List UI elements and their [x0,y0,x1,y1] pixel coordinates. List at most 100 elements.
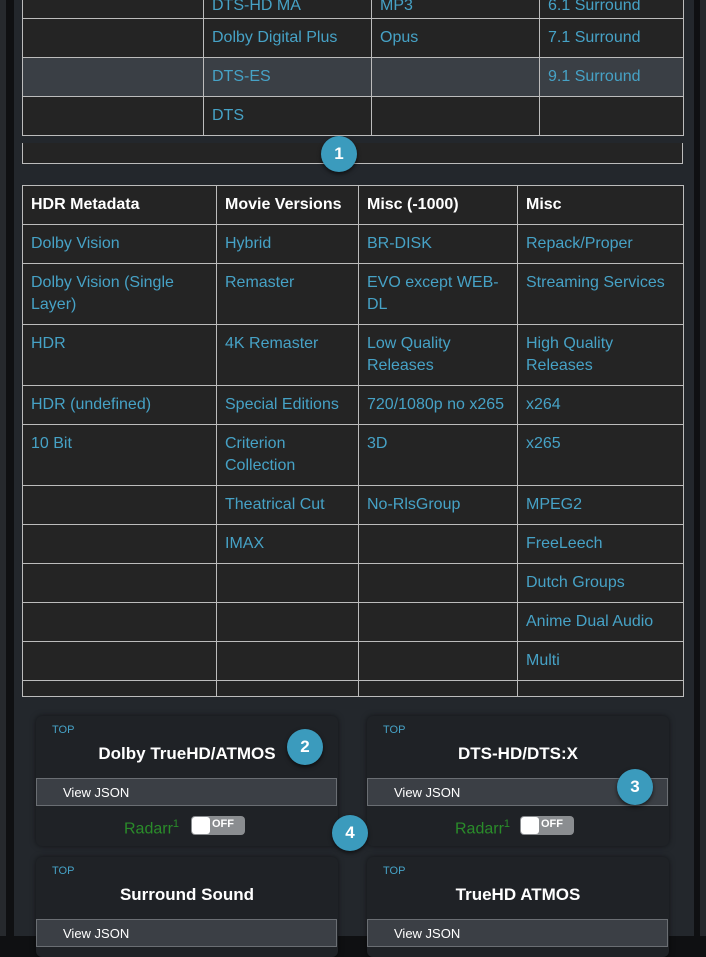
table-row: 10 Bit Criterion Collection 3D x265 [22,424,684,486]
table-cell [358,641,518,681]
table-cell-link[interactable]: DTS [203,96,372,136]
table-cell-link[interactable]: HDR (undefined) [22,385,217,425]
view-json-button[interactable]: View JSON [36,919,337,947]
table-cell-link[interactable]: DTS-ES [203,57,372,97]
top-link[interactable]: TOP [52,865,74,877]
table-cell-link[interactable]: MP3 [371,0,540,19]
table-cell-link[interactable]: Criterion Collection [216,424,359,486]
radarr-footnote: 1 [503,818,511,830]
table-row: HDR 4K Remaster Low Quality Releases Hig… [22,324,684,386]
right-page-strip [700,0,706,936]
table-cell-link[interactable]: 3D [358,424,518,486]
table-cell [22,18,204,58]
table-row [22,680,684,697]
table-cell-link[interactable]: EVO except WEB-DL [358,263,518,325]
table-cell-link[interactable]: Streaming Services [517,263,684,325]
table-cell [22,57,204,97]
radarr-toggle[interactable]: OFF [191,816,245,835]
radarr-footnote: 1 [172,818,180,830]
table-cell-link[interactable]: Special Editions [216,385,359,425]
table-cell-link[interactable]: 6.1 Surround [539,0,684,19]
table-cell [216,680,359,697]
radarr-toggle[interactable]: OFF [520,816,574,835]
table-cell-link[interactable]: 7.1 Surround [539,18,684,58]
table-row: HDR (undefined) Special Editions 720/108… [22,385,684,425]
table-cell-link[interactable]: Remaster [216,263,359,325]
custom-formats-table: HDR Metadata Movie Versions Misc (-1000)… [22,185,684,697]
table-cell-link[interactable]: BR-DISK [358,224,518,264]
toggle-state-label: OFF [541,818,563,830]
table-row: DTS [22,96,684,136]
table-row: Anime Dual Audio [22,602,684,642]
toggle-state-label: OFF [212,818,234,830]
table-cell-link[interactable]: High Quality Releases [517,324,684,386]
column-header-misc: Misc [517,185,684,225]
table-cell [22,641,217,681]
table-cell-link[interactable]: Dutch Groups [517,563,684,603]
radarr-text: Radarr [124,820,173,838]
table-row-hover: DTS-ES 9.1 Surround [22,57,684,97]
table-cell-link[interactable]: Hybrid [216,224,359,264]
table-cell [358,563,518,603]
table-row: DTS-HD MA MP3 6.1 Surround [22,0,684,19]
table-cell [216,641,359,681]
table-cell-link[interactable]: Low Quality Releases [358,324,518,386]
table-cell [22,563,217,603]
table-cell-link[interactable]: Dolby Vision (Single Layer) [22,263,217,325]
table-cell-link[interactable]: Theatrical Cut [216,485,359,525]
table-cell-link[interactable]: Multi [517,641,684,681]
table-row: Dolby Digital Plus Opus 7.1 Surround [22,18,684,58]
table-cell [358,524,518,564]
table-cell-link[interactable]: No-RlsGroup [358,485,518,525]
annotation-badge-2: 2 [287,729,323,765]
table-cell [358,680,518,697]
table-cell [371,57,540,97]
view-json-button[interactable]: View JSON [36,778,337,806]
table-cell-link[interactable]: 9.1 Surround [539,57,684,97]
table-cell-link[interactable]: IMAX [216,524,359,564]
left-page-strip [0,0,6,936]
column-header-misc-negative: Misc (-1000) [358,185,518,225]
radarr-label: Radarr1 [124,818,179,838]
top-link[interactable]: TOP [52,724,74,736]
toggle-knob [192,817,210,834]
table-cell-link[interactable]: FreeLeech [517,524,684,564]
top-link[interactable]: TOP [383,724,405,736]
table-cell-link[interactable]: x264 [517,385,684,425]
table-cell [22,0,204,19]
table-cell [216,602,359,642]
table-cell [22,96,204,136]
table-cell-link[interactable]: 10 Bit [22,424,217,486]
table-row: Dutch Groups [22,563,684,603]
table-cell [22,485,217,525]
table-cell-link[interactable]: Anime Dual Audio [517,602,684,642]
table-cell-link[interactable]: MPEG2 [517,485,684,525]
annotation-badge-1: 1 [321,136,357,172]
card-truehd-atmos: TOP TrueHD ATMOS View JSON [367,857,669,957]
table-cell [371,96,540,136]
table-cell-link[interactable]: Dolby Digital Plus [203,18,372,58]
top-link[interactable]: TOP [383,865,405,877]
table-cell-link[interactable]: 4K Remaster [216,324,359,386]
radarr-label: Radarr1 [455,818,510,838]
table-row: Theatrical Cut No-RlsGroup MPEG2 [22,485,684,525]
table-cell-link[interactable]: Opus [371,18,540,58]
annotation-badge-4: 4 [332,815,368,851]
table-row: IMAX FreeLeech [22,524,684,564]
table-cell [517,680,684,697]
table-cell [216,563,359,603]
table-cell-link[interactable]: 720/1080p no x265 [358,385,518,425]
table-cell [22,602,217,642]
table-cell-link[interactable]: HDR [22,324,217,386]
table-cell-link[interactable]: Repack/Proper [517,224,684,264]
annotation-badge-3: 3 [617,769,653,805]
table-cell-link[interactable]: DTS-HD MA [203,0,372,19]
table-cell [22,524,217,564]
table-row: Multi [22,641,684,681]
table-row: Dolby Vision Hybrid BR-DISK Repack/Prope… [22,224,684,264]
table-cell [539,96,684,136]
table-cell-link[interactable]: x265 [517,424,684,486]
view-json-button[interactable]: View JSON [367,919,668,947]
table-cell-link[interactable]: Dolby Vision [22,224,217,264]
card-title: TrueHD ATMOS [455,885,581,904]
